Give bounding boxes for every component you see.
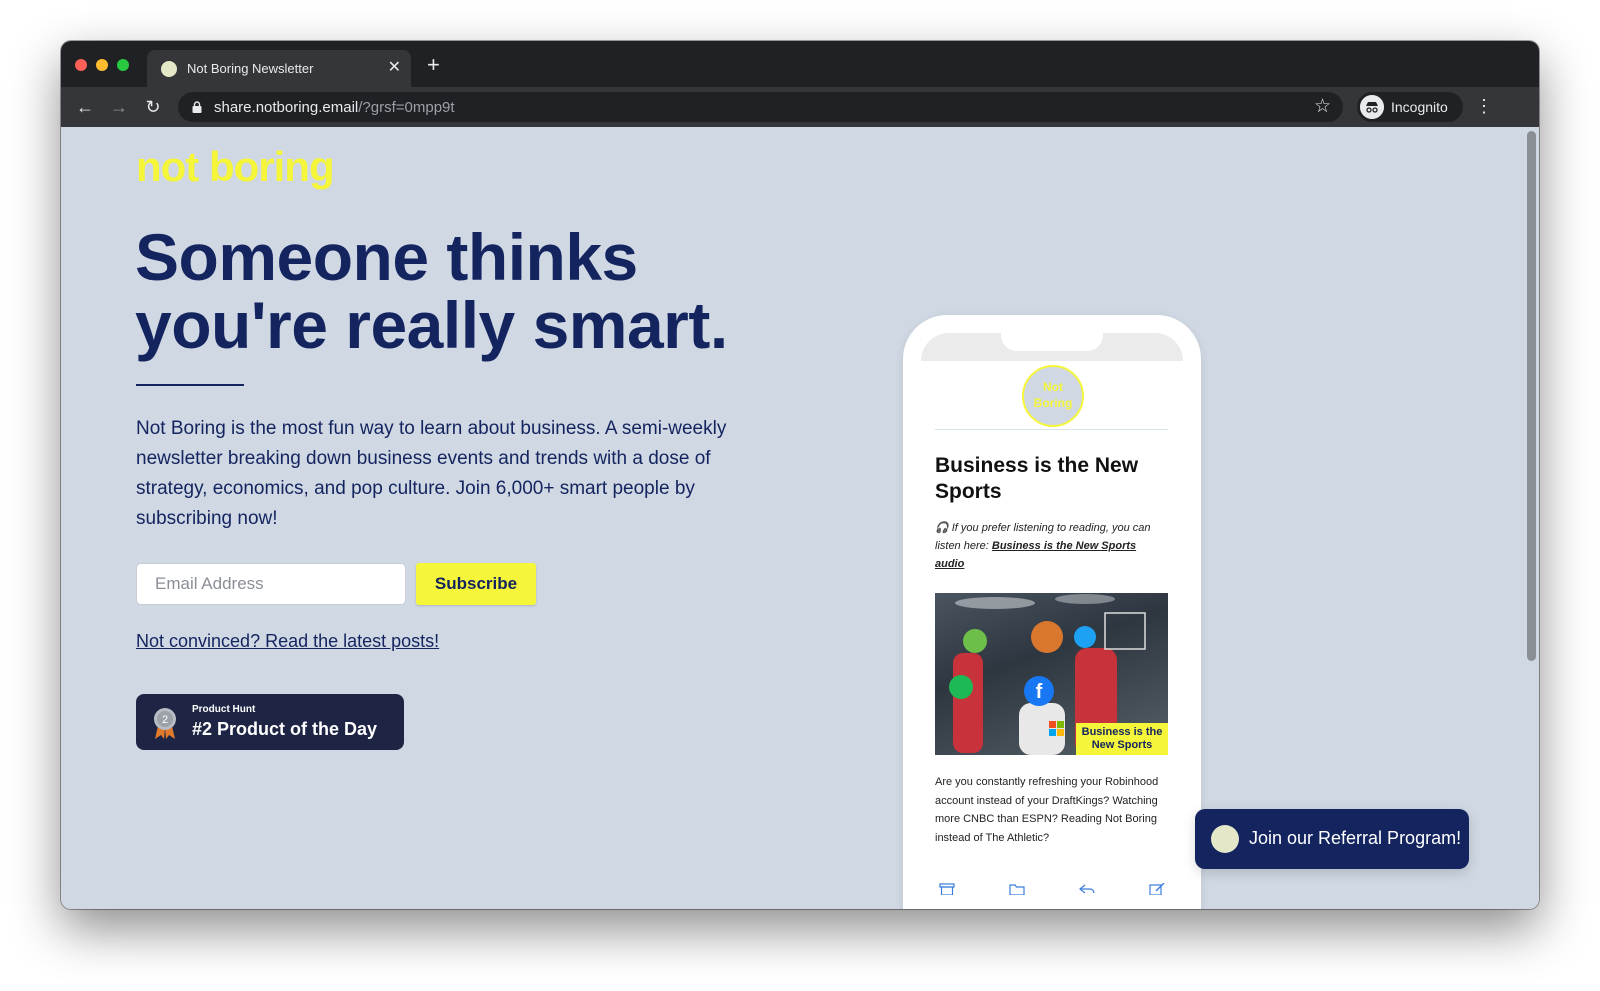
product-hunt-title: #2 Product of the Day <box>192 719 378 739</box>
subscribe-button[interactable]: Subscribe <box>416 563 536 605</box>
product-hunt-kicker: Product Hunt <box>192 704 256 715</box>
browser-menu-icon[interactable]: ⋮ <box>1475 94 1493 118</box>
archive-icon[interactable] <box>939 883 955 895</box>
reply-icon[interactable] <box>1079 883 1095 895</box>
address-bar[interactable]: share.notboring.email/?grsf=0mpp9t ☆ <box>178 92 1343 122</box>
incognito-label: Incognito <box>1391 99 1448 115</box>
tab-not-boring[interactable]: Not Boring Newsletter ✕ <box>147 50 411 87</box>
svg-text:f: f <box>1036 681 1043 703</box>
page-description: Not Boring is the most fun way to learn … <box>136 418 727 529</box>
back-arrow-icon[interactable]: ← <box>73 95 97 119</box>
page-scrollbar[interactable] <box>1523 127 1539 909</box>
latest-posts-link[interactable]: Not convinced? Read the latest posts! <box>136 631 439 652</box>
headline-line-1: Someone thinks <box>135 220 638 294</box>
new-tab-icon[interactable]: + <box>427 53 440 77</box>
twitter-logo-icon <box>1074 626 1096 648</box>
site-logo[interactable]: not boring <box>136 143 335 191</box>
reload-icon[interactable]: ↻ <box>141 95 165 119</box>
phone-status-bar <box>921 333 1183 361</box>
product-hunt-badge[interactable]: 2 Product Hunt #2 Product of the Day <box>136 694 404 750</box>
folder-icon[interactable] <box>1009 883 1025 895</box>
tab-close-icon[interactable]: ✕ <box>388 58 401 78</box>
newsletter-intro: 🎧 If you prefer listening to reading, yo… <box>935 519 1167 573</box>
minimize-window-button[interactable] <box>96 59 108 71</box>
newsletter-title: Business is the New Sports <box>935 454 1139 503</box>
newsletter-avatar-text: Not Boring <box>1033 380 1073 410</box>
shopify-logo-icon <box>963 629 987 653</box>
url-host: share.notboring.email <box>214 99 359 116</box>
spotify-logo-icon <box>949 675 973 699</box>
scrollbar-thumb[interactable] <box>1527 131 1536 661</box>
tab-strip: Not Boring Newsletter ✕ + <box>61 41 1539 87</box>
newsletter-divider <box>935 429 1168 430</box>
incognito-icon <box>1360 95 1384 119</box>
tab-title: Not Boring Newsletter <box>187 61 314 76</box>
lock-icon <box>192 101 202 113</box>
compose-icon[interactable] <box>1149 883 1165 895</box>
close-window-button[interactable] <box>75 59 87 71</box>
newsletter-body: Are you constantly refreshing your Robin… <box>935 776 1159 844</box>
referral-logo-icon <box>1211 825 1239 853</box>
newsletter-avatar: Not Boring <box>1022 365 1084 427</box>
newsletter-hero-image: f Business is the New Sports <box>935 593 1168 755</box>
browser-toolbar: ← → ↻ share.notboring.email/?grsf=0mpp9t… <box>61 87 1539 127</box>
headline-line-2: you're really smart. <box>135 288 728 362</box>
phone-mockup: Not Boring Business is the New Sports 🎧 … <box>903 315 1201 909</box>
email-field[interactable] <box>136 563 406 605</box>
page-headline: Someone thinks you're really smart. <box>135 223 835 359</box>
zoom-window-button[interactable] <box>117 59 129 71</box>
medal-rank: 2 <box>162 714 168 726</box>
referral-label: Join our Referral Program! <box>1249 828 1462 848</box>
forward-arrow-icon[interactable]: → <box>107 95 131 119</box>
browser-window: Not Boring Newsletter ✕ + ← → ↻ share.no… <box>61 41 1539 909</box>
referral-program-button[interactable]: Join our Referral Program! <box>1195 809 1469 869</box>
medal-icon: 2 <box>154 708 176 739</box>
url-path: /?grsf=0mpp9t <box>358 99 455 116</box>
incognito-profile-button[interactable]: Incognito <box>1357 92 1463 122</box>
favicon-icon <box>161 61 177 77</box>
hero-caption: Business is the New Sports <box>1076 723 1168 755</box>
phone-notch <box>1001 333 1103 351</box>
phone-screen: Not Boring Business is the New Sports 🎧 … <box>921 333 1183 909</box>
page-viewport: not boring Someone thinks you're really … <box>61 127 1539 909</box>
bookmark-star-icon[interactable]: ☆ <box>1314 96 1331 118</box>
url-text: share.notboring.email/?grsf=0mpp9t <box>214 99 455 116</box>
headline-divider <box>136 384 244 386</box>
